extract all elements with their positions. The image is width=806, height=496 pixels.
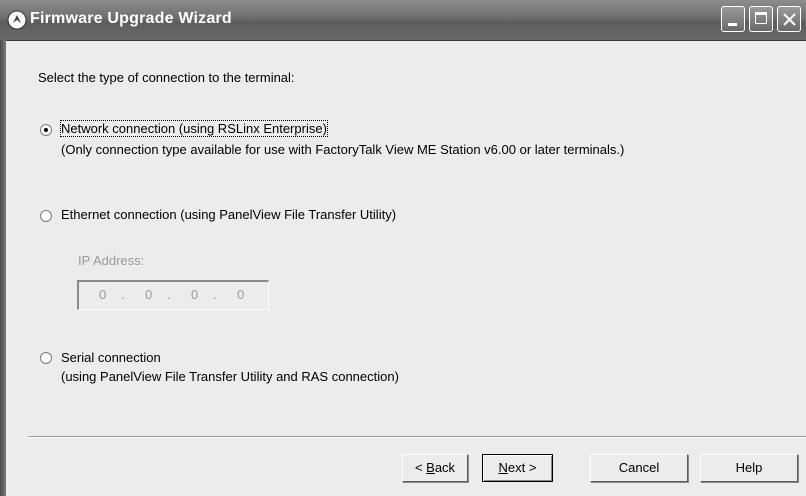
close-button[interactable] [777,6,801,32]
ip-address-field[interactable]: 0 . 0 . 0 . 0 [77,280,269,310]
ethernet-connection-radio[interactable] [40,210,52,222]
help-button[interactable]: Help [700,454,798,482]
wizard-app-icon [7,10,27,30]
ip-octet-1[interactable]: 0 [99,287,106,302]
next-button[interactable]: Next > [482,454,553,482]
ethernet-connection-label[interactable]: Ethernet connection (using PanelView Fil… [61,207,396,222]
button-area-divider [28,436,806,438]
ip-octet-4[interactable]: 0 [237,287,244,302]
cancel-button-label: Cancel [618,460,660,475]
network-connection-label[interactable]: Network connection (using RSLinx Enterpr… [60,120,328,137]
network-connection-radio[interactable] [40,124,52,136]
title-bar[interactable]: Firmware Upgrade Wizard [0,0,806,41]
serial-connection-label[interactable]: Serial connection [61,350,161,365]
network-connection-description: (Only connection type available for use … [61,142,625,157]
connection-type-prompt: Select the type of connection to the ter… [38,70,295,85]
back-button-mnemonic: B [426,460,435,475]
ip-octet-2[interactable]: 0 [145,287,152,302]
cancel-button[interactable]: Cancel [590,454,688,482]
serial-connection-radio[interactable] [40,352,52,364]
next-button-mnemonic: N [498,460,508,475]
ip-address-label: IP Address: [78,253,145,268]
window-left-border [0,40,6,496]
minimize-button[interactable] [721,6,745,32]
serial-connection-description: (using PanelView File Transfer Utility a… [61,369,399,384]
next-button-label: ext > [507,460,537,475]
window-title: Firmware Upgrade Wizard [30,10,232,27]
firmware-upgrade-wizard-window: Firmware Upgrade Wizard Select the type … [0,0,806,496]
back-button-arrow: < [414,460,427,475]
maximize-button[interactable] [749,6,773,32]
maximize-icon [755,12,767,24]
help-button-label: Help [735,460,763,475]
wizard-content [8,41,806,496]
minimize-icon [728,23,737,26]
ip-dot-1: . [121,287,125,302]
back-button[interactable]: < Back [402,454,468,482]
ip-dot-2: . [167,287,171,302]
ip-octet-3[interactable]: 0 [191,287,198,302]
close-icon [783,13,796,26]
ip-dot-3: . [213,287,217,302]
back-button-label: ack [434,460,456,475]
